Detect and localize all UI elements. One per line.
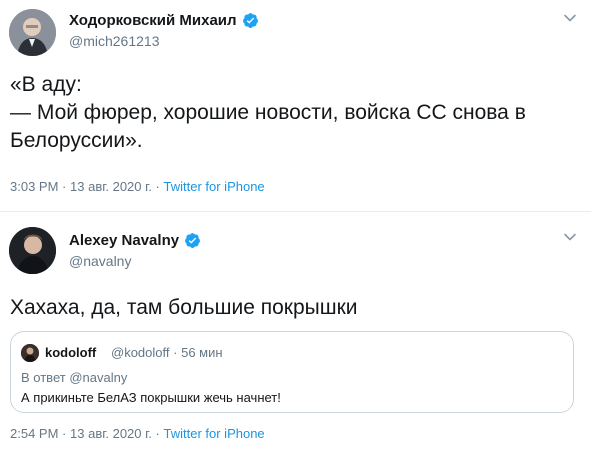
tweet-date[interactable]: 13 авг. 2020 г. bbox=[70, 426, 152, 441]
author-name-row[interactable]: Alexey Navalny bbox=[69, 232, 201, 249]
author-avatar[interactable] bbox=[9, 227, 56, 274]
tweet-text: «В аду: — Мой фюрер, хорошие новости, во… bbox=[10, 73, 526, 152]
avatar-image bbox=[9, 9, 56, 56]
meta-separator: · bbox=[173, 345, 178, 360]
tweet-date[interactable]: 13 авг. 2020 г. bbox=[70, 179, 152, 194]
meta-separator: · bbox=[62, 426, 67, 441]
quoted-author-meta: @kodoloff · 56 мин bbox=[111, 345, 223, 360]
tweet[interactable]: Ходорковский Михаил @mich261213 «В аду: … bbox=[0, 0, 591, 212]
author-avatar[interactable] bbox=[9, 9, 56, 56]
meta-separator: · bbox=[155, 179, 160, 194]
tweet-time[interactable]: 3:03 PM bbox=[10, 179, 58, 194]
chevron-down-icon[interactable] bbox=[563, 11, 577, 25]
quoted-tweet[interactable]: kodoloff @kodoloff · 56 мин В ответ @nav… bbox=[10, 331, 574, 413]
tweet-text: Хахаха, да, там большие покрышки bbox=[10, 296, 358, 319]
avatar-image bbox=[21, 344, 39, 362]
meta-separator: · bbox=[62, 179, 67, 194]
author-name[interactable]: Alexey Navalny bbox=[69, 232, 179, 249]
author-name-row[interactable]: Ходорковский Михаил bbox=[69, 12, 259, 29]
quoted-author-avatar[interactable] bbox=[21, 344, 39, 362]
quoted-time-ago: 56 мин bbox=[181, 345, 223, 360]
tweet-source-link[interactable]: Twitter for iPhone bbox=[164, 426, 265, 441]
tweet-source-link[interactable]: Twitter for iPhone bbox=[164, 179, 265, 194]
reply-mention-link[interactable]: @navalny bbox=[69, 370, 127, 385]
author-handle[interactable]: @mich261213 bbox=[69, 33, 160, 49]
tweet-metadata: 3:03 PM · 13 авг. 2020 г. · Twitter for … bbox=[10, 179, 265, 194]
reply-context: В ответ @navalny bbox=[21, 370, 127, 385]
avatar-image bbox=[9, 227, 56, 274]
chevron-down-icon[interactable] bbox=[563, 230, 577, 244]
verified-badge-icon bbox=[184, 232, 201, 249]
reply-prefix: В ответ bbox=[21, 370, 66, 385]
author-name[interactable]: Ходорковский Михаил bbox=[69, 12, 237, 29]
quoted-author-name[interactable]: kodoloff bbox=[45, 345, 96, 360]
tweet-metadata: 2:54 PM · 13 авг. 2020 г. · Twitter for … bbox=[10, 426, 265, 441]
tweet-time[interactable]: 2:54 PM bbox=[10, 426, 58, 441]
meta-separator: · bbox=[155, 426, 160, 441]
quoted-author-handle[interactable]: @kodoloff bbox=[111, 345, 170, 360]
author-handle[interactable]: @navalny bbox=[69, 253, 131, 269]
quoted-tweet-text: А прикиньте БелАЗ покрышки жечь начнет! bbox=[21, 390, 281, 405]
verified-badge-icon bbox=[242, 12, 259, 29]
tweet[interactable]: Alexey Navalny @navalny Хахаха, да, там … bbox=[0, 212, 591, 474]
